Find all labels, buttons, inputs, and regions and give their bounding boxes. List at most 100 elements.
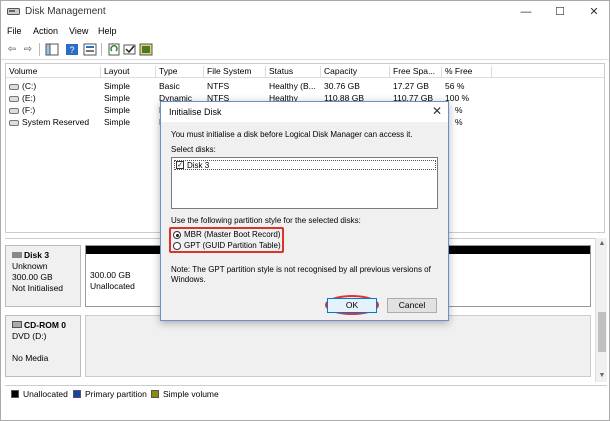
- vertical-scrollbar[interactable]: ▲ ▼: [595, 238, 607, 382]
- column-capacity[interactable]: Capacity: [321, 66, 390, 78]
- volume-label: (E:): [22, 93, 36, 103]
- column-free-space[interactable]: Free Spa...: [390, 66, 442, 78]
- disk-icon: [12, 252, 22, 258]
- disk-select-list[interactable]: ✓ Disk 3: [171, 157, 438, 209]
- menu-action[interactable]: Action: [33, 26, 58, 36]
- ok-button[interactable]: OK: [327, 298, 377, 313]
- simple-volume-swatch: [151, 390, 159, 398]
- gpt-label: GPT (GUID Partition Table): [184, 241, 281, 250]
- cdrom-0-label[interactable]: CD-ROM 0 DVD (D:) No Media: [5, 315, 81, 377]
- disk-management-app-icon: [7, 8, 20, 15]
- mbr-radio[interactable]: [173, 231, 181, 239]
- mbr-label: MBR (Master Boot Record): [184, 230, 281, 239]
- layout-cell: Simple: [104, 117, 130, 127]
- partition-style-options: MBR (Master Boot Record) GPT (GUID Parti…: [169, 227, 284, 253]
- gpt-note-line-2: Windows.: [171, 275, 206, 284]
- capacity-cell: 30.76 GB: [324, 81, 360, 91]
- layout-cell: Simple: [104, 105, 130, 115]
- refresh-icon[interactable]: [107, 43, 121, 56]
- properties-icon[interactable]: [83, 43, 97, 56]
- menu-help[interactable]: Help: [98, 26, 117, 36]
- column-layout[interactable]: Layout: [101, 66, 156, 78]
- check-icon[interactable]: [123, 43, 137, 56]
- status-cell: Healthy (B...: [269, 81, 316, 91]
- percent-cell: %: [455, 117, 463, 127]
- volume-list-header: Volume Layout Type File System Status Ca…: [6, 64, 604, 78]
- legend-bar: Unallocated Primary partition Simple vol…: [5, 385, 607, 401]
- disk-type: Unknown: [12, 261, 48, 271]
- title-bar: Disk Management — ☐ ✕: [1, 1, 609, 23]
- drive-icon: [9, 119, 19, 126]
- column-file-system[interactable]: File System: [204, 66, 266, 78]
- volume-name: (F:): [6, 105, 35, 115]
- cdrom-name: CD-ROM 0: [24, 320, 67, 330]
- svg-text:?: ?: [69, 45, 74, 55]
- gpt-radio[interactable]: [173, 242, 181, 250]
- column-status[interactable]: Status: [266, 66, 321, 78]
- column-type[interactable]: Type: [156, 66, 204, 78]
- gpt-note-line-1: Note: The GPT partition style is not rec…: [171, 265, 431, 274]
- gpt-option[interactable]: GPT (GUID Partition Table): [173, 241, 281, 252]
- scroll-up-icon[interactable]: ▲: [598, 240, 606, 248]
- dialog-title: Initialise Disk: [169, 107, 222, 117]
- drive-icon: [9, 107, 19, 114]
- maximize-button[interactable]: ☐: [543, 1, 577, 23]
- partition-size: 300.00 GB: [90, 270, 131, 280]
- cdrom-icon: [12, 321, 22, 328]
- layout-cell: Simple: [104, 93, 130, 103]
- window-title: Disk Management: [25, 6, 106, 17]
- disk-size: 300.00 GB: [12, 272, 53, 282]
- column-percent-free[interactable]: % Free: [442, 66, 492, 78]
- select-disks-label: Select disks:: [171, 145, 216, 154]
- volume-name: (C:): [6, 81, 36, 91]
- menu-file[interactable]: File: [7, 26, 22, 36]
- forward-arrow-icon[interactable]: ⇨: [21, 43, 35, 56]
- back-arrow-icon[interactable]: ⇦: [5, 43, 19, 56]
- help-icon[interactable]: ?: [65, 43, 79, 56]
- cancel-button[interactable]: Cancel: [387, 298, 437, 313]
- disk-item-label: Disk 3: [187, 161, 210, 170]
- legend-unallocated: Unallocated: [23, 389, 68, 399]
- free-cell: 17.27 GB: [393, 81, 429, 91]
- disk-checkbox[interactable]: ✓: [176, 161, 184, 169]
- volume-name: (E:): [6, 93, 36, 103]
- volume-name: System Reserved: [6, 117, 89, 127]
- toolbar-separator: [101, 43, 102, 56]
- disk-name: Disk 3: [24, 250, 50, 260]
- settings-icon[interactable]: [139, 43, 153, 56]
- disk-list-item[interactable]: ✓ Disk 3: [174, 160, 436, 170]
- partition-style-label: Use the following partition style for th…: [171, 216, 361, 225]
- legend-simple-volume: Simple volume: [163, 389, 219, 399]
- console-tree-icon[interactable]: [45, 43, 59, 56]
- cdrom-empty-area: [85, 315, 591, 377]
- primary-partition-swatch: [73, 390, 81, 398]
- minimize-button[interactable]: —: [509, 1, 543, 23]
- volume-label: (C:): [22, 81, 37, 91]
- scroll-thumb[interactable]: [598, 312, 606, 352]
- fs-cell: NTFS: [207, 81, 230, 91]
- percent-cell: 56 %: [445, 81, 465, 91]
- mbr-option[interactable]: MBR (Master Boot Record): [173, 230, 280, 241]
- scroll-down-icon[interactable]: ▼: [598, 372, 606, 380]
- layout-cell: Simple: [104, 81, 130, 91]
- toolbar: ⇦ ⇨ ?: [1, 40, 609, 60]
- disk-3-label[interactable]: Disk 3 Unknown 300.00 GB Not Initialised: [5, 245, 81, 307]
- dialog-intro-text: You must initialise a disk before Logica…: [171, 130, 413, 139]
- legend-primary-partition: Primary partition: [85, 389, 147, 399]
- partition-state: Unallocated: [90, 281, 135, 291]
- close-button[interactable]: ✕: [577, 1, 610, 23]
- type-cell: Basic: [159, 81, 180, 91]
- dialog-close-icon[interactable]: ✕: [432, 104, 442, 118]
- menu-view[interactable]: View: [69, 26, 88, 36]
- menu-bar: File Action View Help: [1, 23, 609, 40]
- table-row[interactable]: (C:) Simple Basic NTFS Healthy (B... 30.…: [6, 80, 604, 92]
- dialog-body: You must initialise a disk before Logica…: [161, 122, 448, 320]
- column-volume[interactable]: Volume: [6, 66, 101, 78]
- drive-icon: [9, 83, 19, 90]
- volume-label: System Reserved: [22, 117, 90, 127]
- percent-cell: %: [455, 105, 463, 115]
- cdrom-type: DVD (D:): [12, 331, 47, 341]
- initialise-disk-dialog: Initialise Disk ✕ You must initialise a …: [160, 101, 449, 321]
- partition-info: 300.00 GB Unallocated: [90, 270, 135, 292]
- cdrom-status: No Media: [12, 353, 49, 363]
